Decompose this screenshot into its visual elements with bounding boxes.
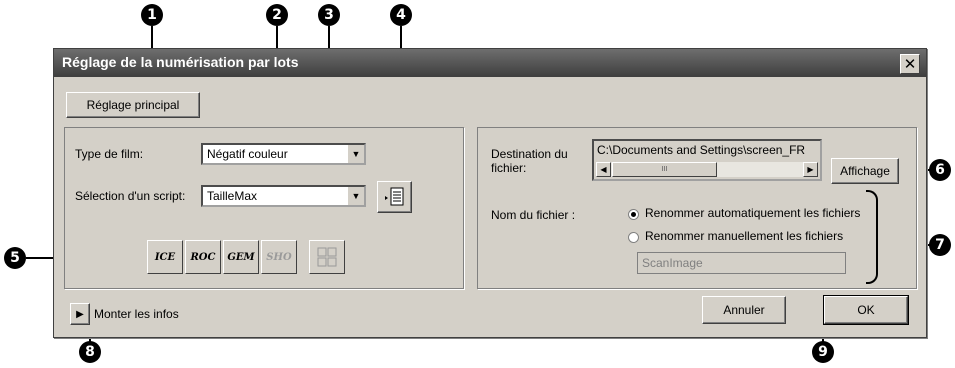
gem-icon: GEM [227, 251, 255, 263]
batch-scan-dialog: Réglage de la numérisation par lots ✕ Ré… [53, 48, 927, 338]
film-type-label: Type de film: [75, 147, 144, 161]
manual-filename-input[interactable]: ScanImage [637, 252, 846, 274]
show-info-label: Monter les infos [94, 307, 179, 321]
destination-path: C:\Documents and Settings\screen_FR [597, 143, 806, 157]
script-list-button[interactable] [377, 181, 412, 213]
destination-label: Destination du fichier: [491, 147, 568, 175]
callout-7-brace [866, 190, 878, 284]
grid-icon [317, 247, 337, 267]
destination-field[interactable]: C:\Documents and Settings\screen_FR ◀ II… [592, 139, 822, 181]
chevron-down-icon[interactable]: ▼ [347, 145, 364, 163]
callout-9: 9 [812, 341, 834, 363]
cancel-button[interactable]: Annuler [702, 296, 786, 324]
callout-3: 3 [318, 4, 340, 26]
callout-4: 4 [390, 4, 412, 26]
play-arrow-icon: ▶ [76, 308, 84, 320]
chevron-down-icon[interactable]: ▼ [347, 187, 364, 205]
radio-manual-rename[interactable] [628, 232, 639, 243]
title-bar: Réglage de la numérisation par lots ✕ [54, 49, 926, 77]
ice-icon: ICE [154, 251, 176, 263]
sho-icon: SHO [266, 251, 292, 263]
callout-8: 8 [79, 341, 101, 363]
scroll-left-icon[interactable]: ◀ [596, 162, 611, 177]
script-value: TailleMax [207, 189, 258, 203]
radio-auto-rename[interactable] [628, 209, 639, 220]
dialog-title: Réglage de la numérisation par lots [62, 54, 299, 70]
filename-label: Nom du fichier : [491, 208, 576, 222]
show-info-button[interactable]: ▶ [70, 303, 90, 325]
scroll-thumb[interactable]: III [612, 162, 717, 177]
script-select[interactable]: TailleMax ▼ [201, 185, 366, 207]
sho-button[interactable]: SHO [261, 240, 297, 274]
callout-6: 6 [929, 159, 951, 181]
callout-5: 5 [4, 247, 26, 269]
radio-manual-rename-label[interactable]: Renommer manuellement les fichiers [645, 229, 843, 243]
script-label: Sélection d'un script: [75, 189, 186, 203]
ice-button[interactable]: ICE [147, 240, 183, 274]
main-settings-button[interactable]: Réglage principal [66, 92, 200, 118]
close-button[interactable]: ✕ [900, 54, 920, 74]
scroll-right-icon[interactable]: ▶ [803, 162, 818, 177]
script-list-icon [384, 187, 403, 206]
roc-icon: ROC [190, 251, 216, 263]
close-icon: ✕ [903, 55, 917, 73]
callout-2: 2 [266, 4, 288, 26]
browse-button[interactable]: Affichage [831, 158, 899, 184]
film-type-value: Négatif couleur [207, 147, 288, 161]
callout-7: 7 [929, 234, 951, 256]
radio-auto-rename-label[interactable]: Renommer automatiquement les fichiers [645, 206, 860, 220]
callout-1: 1 [141, 4, 163, 26]
roc-button[interactable]: ROC [185, 240, 221, 274]
ok-button[interactable]: OK [823, 295, 909, 325]
gem-button[interactable]: GEM [223, 240, 259, 274]
horizontal-scrollbar[interactable]: ◀ III ▶ [596, 162, 818, 177]
film-type-select[interactable]: Négatif couleur ▼ [201, 143, 366, 165]
grid-button[interactable] [309, 240, 345, 274]
